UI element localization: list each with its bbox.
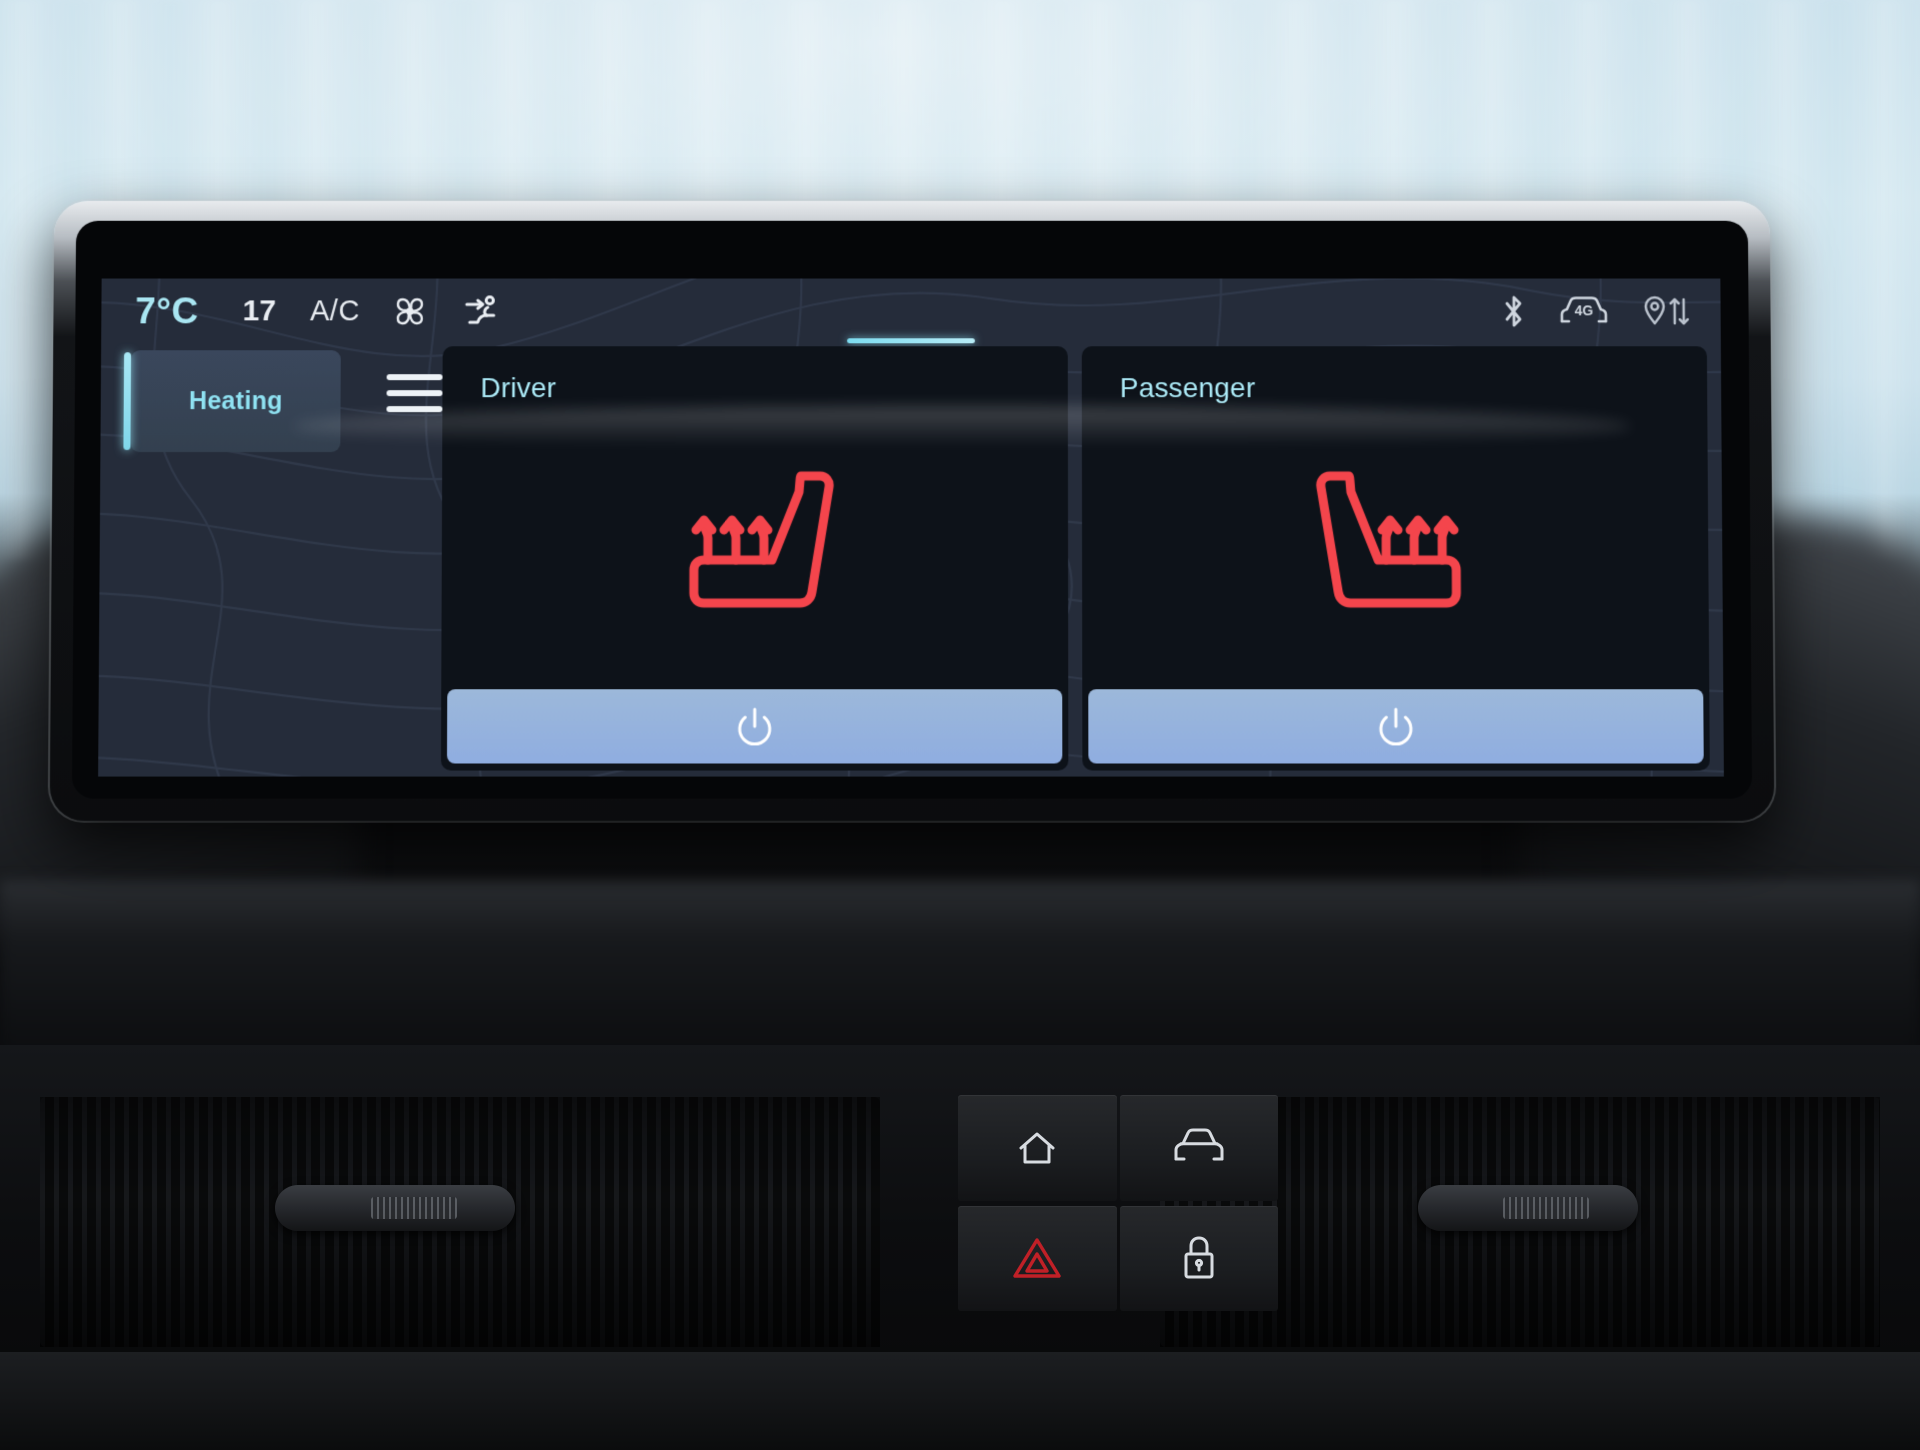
door-lock-button[interactable] (1119, 1205, 1278, 1311)
active-page-indicator (847, 338, 975, 344)
seat-card-passenger[interactable]: Passenger (1081, 346, 1710, 771)
seat-heating-icon-mirrored (1316, 471, 1461, 607)
fan-icon[interactable] (390, 291, 430, 331)
hazard-button[interactable] (958, 1205, 1117, 1311)
outside-temperature: 7°C (135, 290, 199, 332)
seat-cards-container: Driver Passenger (440, 346, 1724, 771)
network-label: 4G (1574, 302, 1593, 318)
mode-tab-label: Heating (188, 386, 283, 415)
vent-direction-knob-left[interactable] (275, 1185, 515, 1231)
seat-heating-icon-passenger-wrap (1082, 394, 1709, 689)
lock-icon (1184, 1236, 1214, 1279)
knob-grip-icon (371, 1197, 458, 1219)
climate-left-column: Heating (112, 346, 443, 453)
climate-main-area: Heating Driver Passenger (98, 346, 1724, 776)
bluetooth-icon[interactable] (1501, 292, 1527, 330)
airflow-body-icon[interactable] (460, 290, 504, 332)
car-4g-icon[interactable]: 4G (1557, 293, 1611, 329)
mode-tab-accent-bar (123, 352, 132, 451)
hard-button-cluster (958, 1095, 1278, 1311)
infotainment-ui: 7°C 17 A/C 4G Heating Driver Passenger (98, 278, 1724, 777)
infotainment-screen-housing: 7°C 17 A/C 4G Heating Driver Passenger (49, 200, 1775, 821)
seat-card-driver[interactable]: Driver (440, 346, 1069, 771)
power-button-passenger[interactable] (1088, 689, 1704, 764)
vent-direction-knob-right[interactable] (1418, 1185, 1638, 1231)
car-settings-button[interactable] (1119, 1095, 1278, 1201)
power-icon (731, 702, 779, 750)
seat-heating-icon-driver-wrap (441, 394, 1068, 689)
home-icon (1019, 1132, 1055, 1164)
power-icon (1372, 702, 1420, 750)
hazard-triangle-icon (1013, 1238, 1061, 1278)
car-front-icon (1174, 1128, 1224, 1161)
knob-grip-icon (1502, 1197, 1589, 1219)
ac-status-label[interactable]: A/C (310, 295, 360, 328)
temperature-setpoint[interactable]: 17 (243, 294, 277, 328)
mode-tab-heating[interactable]: Heating (123, 350, 342, 453)
power-button-driver[interactable] (446, 689, 1063, 764)
console-lower-trim (0, 1352, 1920, 1450)
home-button[interactable] (958, 1095, 1117, 1201)
seat-heating-icon (688, 471, 834, 607)
hamburger-menu-icon[interactable] (386, 374, 443, 413)
screen-bezel: 7°C 17 A/C 4G Heating Driver Passenger (71, 220, 1753, 799)
location-pin-sync-icon[interactable] (1641, 292, 1691, 330)
status-bar: 7°C 17 A/C 4G (101, 279, 1721, 345)
